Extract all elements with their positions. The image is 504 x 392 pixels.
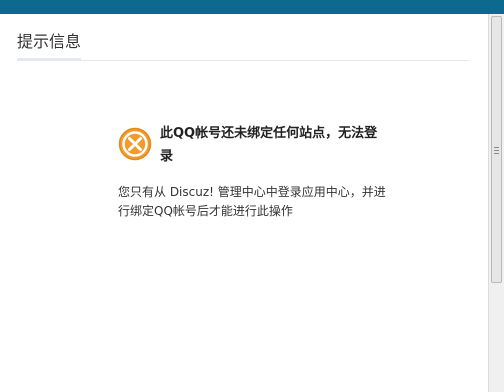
message-body: 您只有从 Discuz! 管理中心中登录应用中心，并进行绑定QQ帐号后才能进行此…	[118, 185, 386, 218]
title-tab-indicator	[17, 58, 81, 61]
scrollbar-grip-line	[494, 153, 499, 154]
title-divider	[17, 60, 470, 61]
top-bar	[0, 0, 504, 14]
vertical-scrollbar[interactable]	[488, 14, 504, 392]
scrollbar-grip-line	[494, 150, 499, 151]
page-title: 提示信息	[17, 32, 82, 51]
error-x-icon	[118, 127, 152, 161]
message-dialog: 提示信息 此QQ帐号还未绑定任何站点，无法登录 您只有从 Discuz! 管理中…	[0, 14, 488, 392]
scrollbar-thumb[interactable]	[491, 16, 502, 283]
scrollbar-grip-line	[494, 147, 499, 148]
message-title: 此QQ帐号还未绑定任何站点，无法登录	[160, 126, 378, 164]
